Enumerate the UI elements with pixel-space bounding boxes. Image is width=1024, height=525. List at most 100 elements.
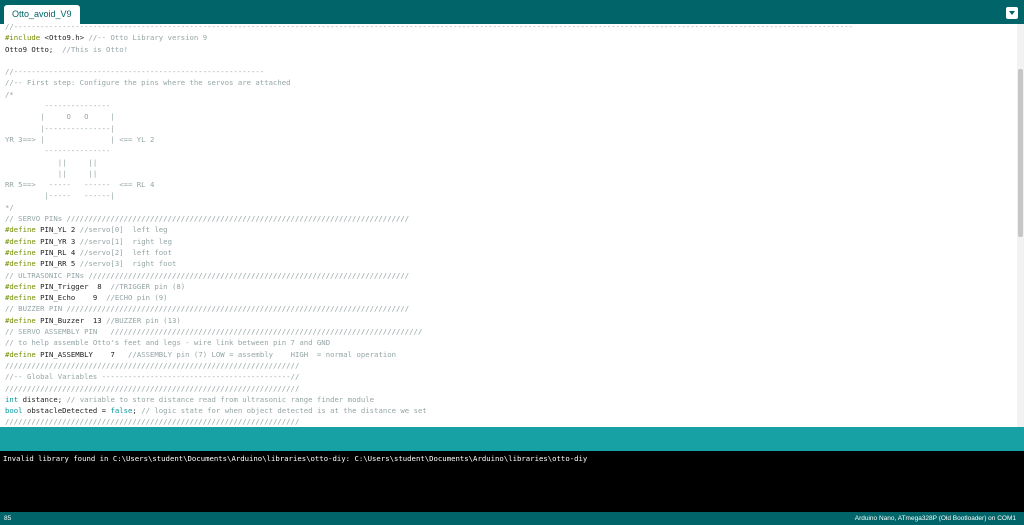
code-line: #define PIN_YL 2 //servo[0] left leg bbox=[5, 224, 853, 235]
tab-menu-dropdown-icon[interactable] bbox=[1006, 7, 1018, 19]
code-token: PIN_Echo 9 bbox=[40, 293, 107, 303]
code-line: Otto9 Otto; //This is Otto! bbox=[5, 44, 853, 55]
code-line: //-- First step: Configure the pins wher… bbox=[5, 77, 853, 88]
code-token: //servo[1] right leg bbox=[79, 236, 172, 246]
code-token: //-- Otto Library version 9 bbox=[84, 33, 208, 43]
code-line: ////////////////////////////////////////… bbox=[5, 360, 853, 371]
code-token: ////////////////////////////////////////… bbox=[5, 360, 300, 370]
code-token: // SERVO PINs //////////////////////////… bbox=[5, 214, 410, 224]
code-token: // BUZZER PIN //////////////////////////… bbox=[5, 304, 410, 314]
code-line: #define PIN_Echo 9 //ECHO pin (9) bbox=[5, 292, 853, 303]
code-token: || || bbox=[5, 157, 98, 167]
message-bar bbox=[0, 427, 1024, 451]
code-token: //--------------------------------------… bbox=[5, 24, 853, 31]
code-line: */ bbox=[5, 202, 853, 213]
code-token: // to help assemble Otto's feet and legs… bbox=[5, 338, 331, 348]
code-token: #define bbox=[5, 236, 41, 246]
code-line: #define PIN_ASSEMBLY 7 //ASSEMBLY pin (7… bbox=[5, 349, 853, 360]
code-token: ; bbox=[132, 406, 142, 416]
code-token: || || bbox=[5, 168, 98, 178]
code-token: PIN_Buzzer 13 bbox=[40, 315, 107, 325]
console-output: Invalid library found in C:\Users\studen… bbox=[0, 451, 1024, 512]
code-token: */ bbox=[5, 202, 14, 212]
code-token: // SERVO ASSEMBLY PIN //////////////////… bbox=[5, 327, 423, 337]
code-text[interactable]: //--------------------------------------… bbox=[5, 24, 853, 427]
code-line: //--------------------------------------… bbox=[5, 24, 853, 32]
board-info: Arduino Nano, ATmega328P (Old Bootloader… bbox=[854, 515, 1016, 522]
code-token: int bbox=[5, 394, 23, 404]
code-line: int distance; // variable to store dista… bbox=[5, 394, 853, 405]
code-token: //servo[3] right foot bbox=[79, 259, 177, 269]
code-editor[interactable]: //--------------------------------------… bbox=[0, 24, 1017, 427]
tab-bar: Otto_avoid_V9 bbox=[0, 0, 1024, 24]
code-token: //-- First step: Configure the pins wher… bbox=[5, 78, 291, 88]
code-token: --------------- bbox=[5, 146, 111, 156]
console-message: Invalid library found in C:\Users\studen… bbox=[3, 454, 588, 463]
code-token: #include bbox=[5, 33, 45, 43]
code-line: #define PIN_RL 4 //servo[2] left foot bbox=[5, 247, 853, 258]
code-token: //--------------------------------------… bbox=[5, 67, 265, 77]
code-line: // SERVO PINs //////////////////////////… bbox=[5, 213, 853, 224]
code-token: #define bbox=[5, 259, 41, 269]
code-token: <Otto9.h> bbox=[44, 33, 85, 43]
code-token: #define bbox=[5, 349, 41, 359]
code-line: /* bbox=[5, 89, 853, 100]
code-line: --------------- bbox=[5, 145, 853, 156]
code-line: //--------------------------------------… bbox=[5, 66, 853, 77]
code-line: --------------- bbox=[5, 100, 853, 111]
tab-otto-avoid[interactable]: Otto_avoid_V9 bbox=[4, 5, 80, 24]
code-line: // ULTRASONIC PINs /////////////////////… bbox=[5, 270, 853, 281]
code-line: #define PIN_RR 5 //servo[3] right foot bbox=[5, 258, 853, 269]
code-token: |----- ------| bbox=[5, 191, 115, 201]
code-line: YR 3==> | | <== YL 2 bbox=[5, 134, 853, 145]
code-token: distance; bbox=[22, 394, 67, 404]
code-line: ////////////////////////////////////////… bbox=[5, 416, 853, 427]
code-token: //-- Global Variables ------------------… bbox=[5, 372, 300, 382]
code-line: || || bbox=[5, 157, 853, 168]
code-token: PIN_YR 3 bbox=[40, 236, 80, 246]
code-line: #include <Otto9.h> //-- Otto Library ver… bbox=[5, 32, 853, 43]
scrollbar-thumb[interactable] bbox=[1018, 69, 1023, 237]
code-token: |---------------| bbox=[5, 123, 115, 133]
code-token: #define bbox=[5, 281, 41, 291]
editor-scrollbar[interactable] bbox=[1017, 24, 1024, 427]
code-line: |----- ------| bbox=[5, 190, 853, 201]
code-token: #define bbox=[5, 315, 41, 325]
code-token: ////////////////////////////////////////… bbox=[5, 383, 300, 393]
code-token: //servo[0] left leg bbox=[79, 225, 168, 235]
code-line: || || bbox=[5, 168, 853, 179]
code-line: #define PIN_Trigger 8 //TRIGGER pin (8) bbox=[5, 281, 853, 292]
code-token: PIN_RL 4 bbox=[40, 247, 80, 257]
code-token: PIN_RR 5 bbox=[40, 259, 80, 269]
code-token: false bbox=[110, 406, 133, 416]
code-line: // BUZZER PIN //////////////////////////… bbox=[5, 303, 853, 314]
code-token: | O O | bbox=[5, 112, 115, 122]
code-token: //This is Otto! bbox=[62, 44, 129, 54]
code-line: // SERVO ASSEMBLY PIN //////////////////… bbox=[5, 326, 853, 337]
code-token: // ULTRASONIC PINs /////////////////////… bbox=[5, 270, 410, 280]
code-token: // variable to store distance read from … bbox=[66, 394, 375, 404]
code-token: #define bbox=[5, 225, 41, 235]
code-line: //-- Global Variables ------------------… bbox=[5, 371, 853, 382]
code-token: #define bbox=[5, 293, 41, 303]
code-line: // to help assemble Otto's feet and legs… bbox=[5, 337, 853, 348]
code-token: YR 3==> | | <== YL 2 bbox=[5, 134, 155, 144]
code-token: PIN_Trigger 8 bbox=[40, 281, 111, 291]
status-bar: 85 Arduino Nano, ATmega328P (Old Bootloa… bbox=[0, 512, 1024, 525]
code-token: PIN_ASSEMBLY 7 bbox=[40, 349, 129, 359]
code-token: RR 5==> ----- ------ <== RL 4 bbox=[5, 180, 155, 190]
code-line: |---------------| bbox=[5, 123, 853, 134]
code-token: // logic state for when object detected … bbox=[141, 406, 427, 416]
code-token: //TRIGGER pin (8) bbox=[110, 281, 186, 291]
line-number: 85 bbox=[4, 515, 12, 522]
code-line: bool obstacleDetected = false; // logic … bbox=[5, 405, 853, 416]
code-line: #define PIN_Buzzer 13 //BUZZER pin (13) bbox=[5, 315, 853, 326]
code-token: obstacleDetected = bbox=[26, 406, 111, 416]
code-line: RR 5==> ----- ------ <== RL 4 bbox=[5, 179, 853, 190]
code-line: | O O | bbox=[5, 111, 853, 122]
code-token: Otto9 Otto; bbox=[5, 44, 63, 54]
code-token: //BUZZER pin (13) bbox=[106, 315, 181, 325]
code-token: //ECHO pin (9) bbox=[106, 293, 168, 303]
code-token: bool bbox=[5, 406, 27, 416]
